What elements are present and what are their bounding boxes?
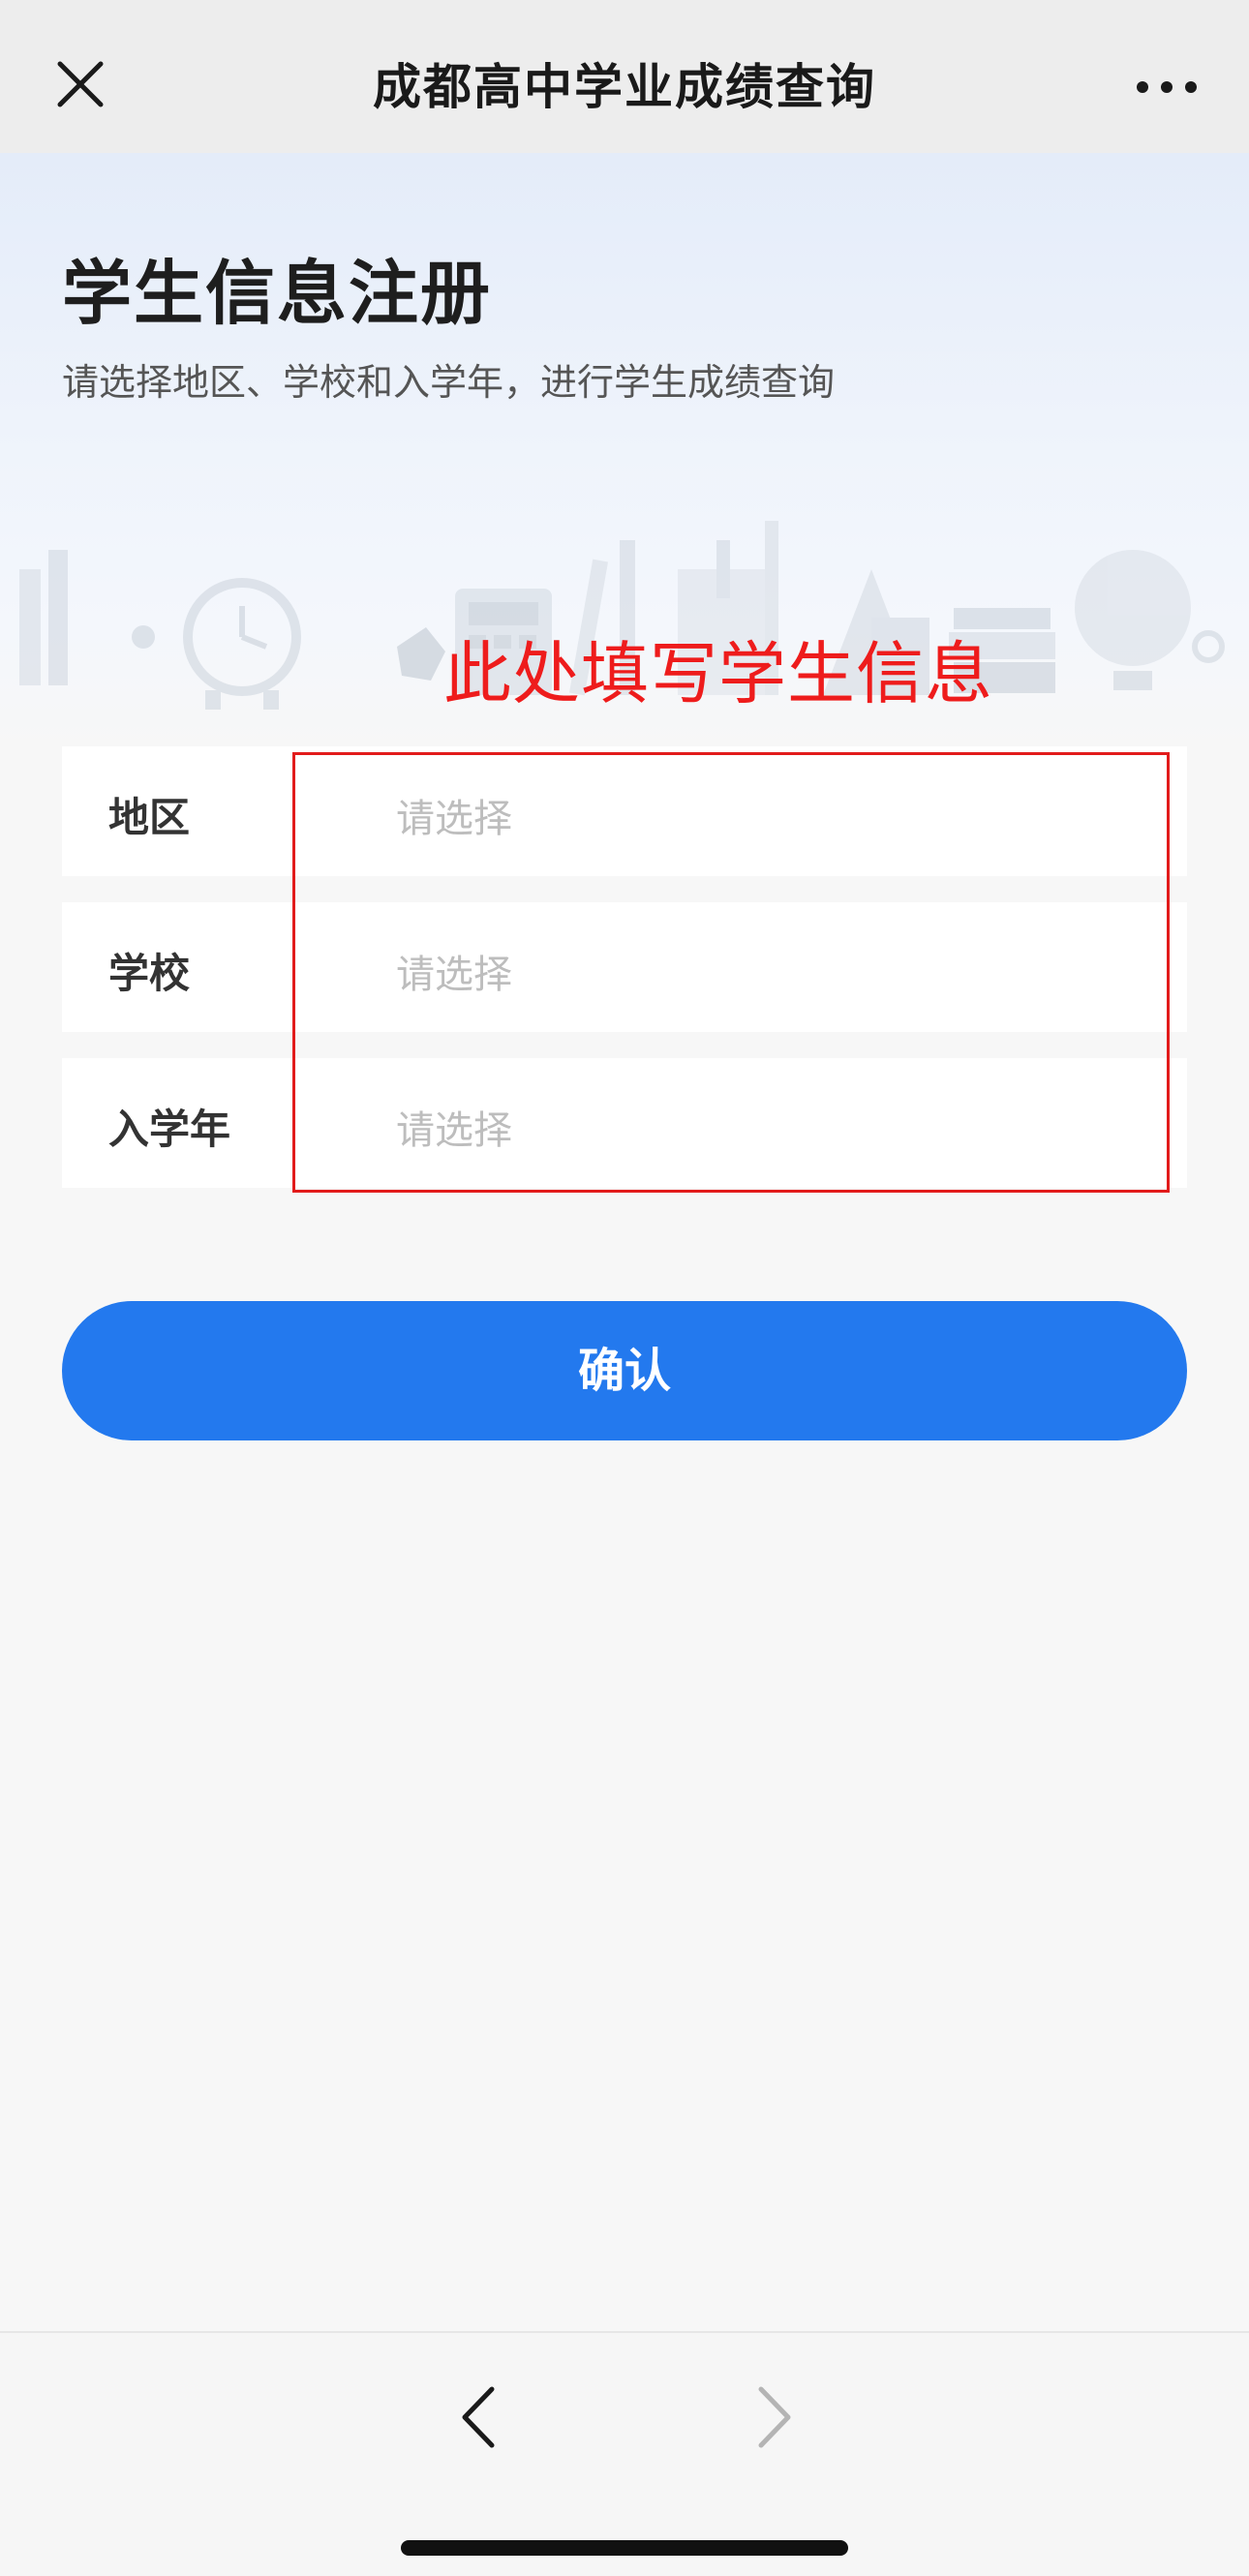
more-icon xyxy=(1137,81,1197,93)
registration-subtitle: 请选择地区、学校和入学年，进行学生成绩查询 xyxy=(62,361,836,404)
page-title: 成都高中学业成绩查询 xyxy=(373,59,876,115)
back-button[interactable] xyxy=(453,2381,507,2453)
school-label: 学校 xyxy=(108,950,191,997)
forward-button[interactable] xyxy=(746,2381,800,2453)
title-bar: 成都高中学业成绩查询 xyxy=(0,0,1249,153)
bottom-navigation-bar xyxy=(0,2331,1249,2576)
annotation-label: 此处填写学生信息 xyxy=(443,634,993,713)
chevron-right-icon xyxy=(758,2386,791,2448)
enrollment-year-label: 入学年 xyxy=(108,1106,231,1153)
more-options-button[interactable] xyxy=(1133,58,1201,116)
confirm-button[interactable]: 确认 xyxy=(62,1301,1187,1440)
region-label: 地区 xyxy=(108,794,191,841)
chevron-left-icon xyxy=(462,2386,495,2448)
home-indicator xyxy=(401,2540,848,2556)
registration-title: 学生信息注册 xyxy=(62,253,493,334)
annotation-highlight-box xyxy=(292,752,1170,1193)
